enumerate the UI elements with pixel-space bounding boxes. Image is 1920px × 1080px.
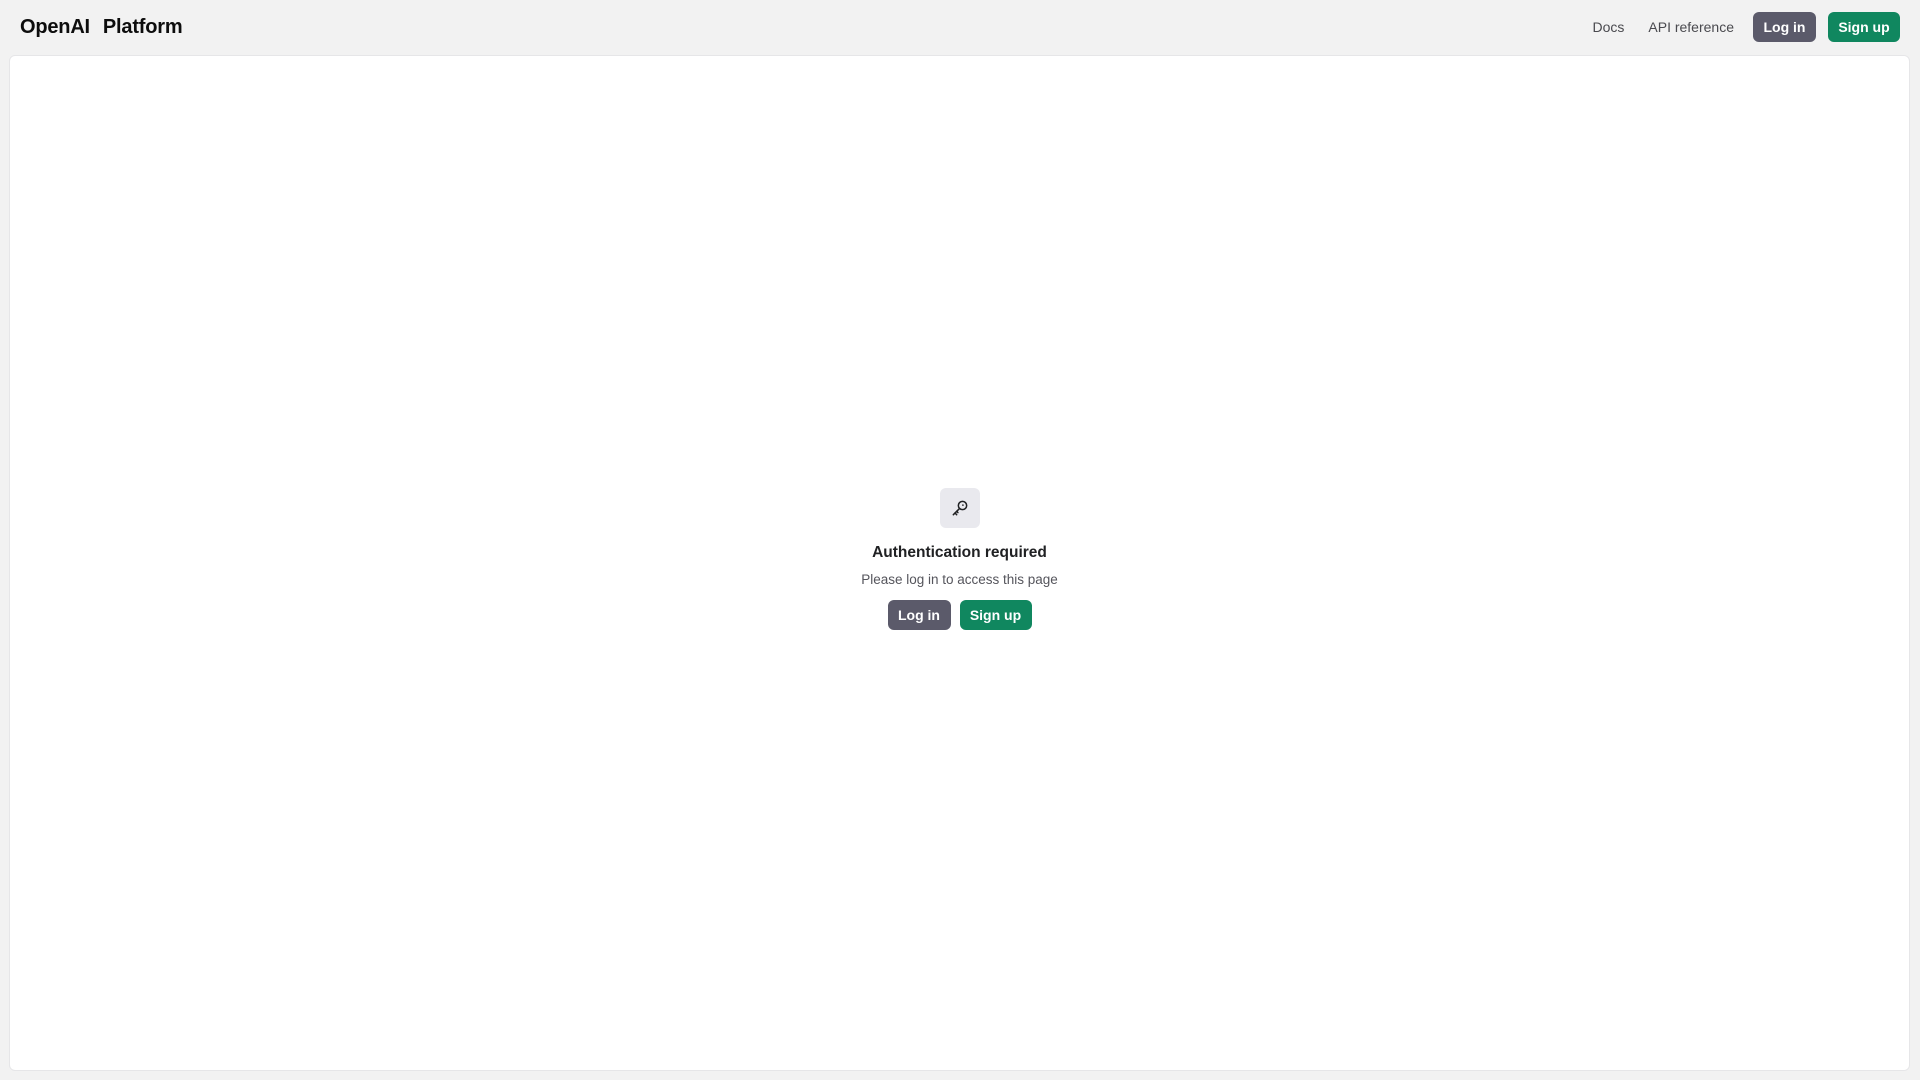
signup-button[interactable]: Sign up xyxy=(959,600,1032,630)
key-icon-container xyxy=(939,488,980,528)
auth-actions: Log in Sign up xyxy=(887,600,1032,630)
product-name: Platform xyxy=(102,15,183,38)
nav-docs-link[interactable]: Docs xyxy=(1592,19,1624,35)
main-panel: Authentication required Please log in to… xyxy=(9,55,1910,1071)
top-bar: OpenAI Platform Docs API reference Log i… xyxy=(0,0,1920,54)
nav-api-reference-link[interactable]: API reference xyxy=(1648,19,1734,35)
brand-name: OpenAI xyxy=(20,15,90,38)
auth-required-card: Authentication required Please log in to… xyxy=(10,488,1909,630)
top-nav: Docs API reference Log in Sign up xyxy=(1592,0,1900,54)
auth-title: Authentication required xyxy=(872,544,1047,561)
brand-logo[interactable]: OpenAI Platform xyxy=(20,15,183,39)
auth-subtitle: Please log in to access this page xyxy=(861,572,1058,587)
key-icon xyxy=(952,500,967,516)
header-signup-button[interactable]: Sign up xyxy=(1828,12,1900,42)
header-login-button[interactable]: Log in xyxy=(1753,12,1816,42)
login-button[interactable]: Log in xyxy=(887,600,951,630)
